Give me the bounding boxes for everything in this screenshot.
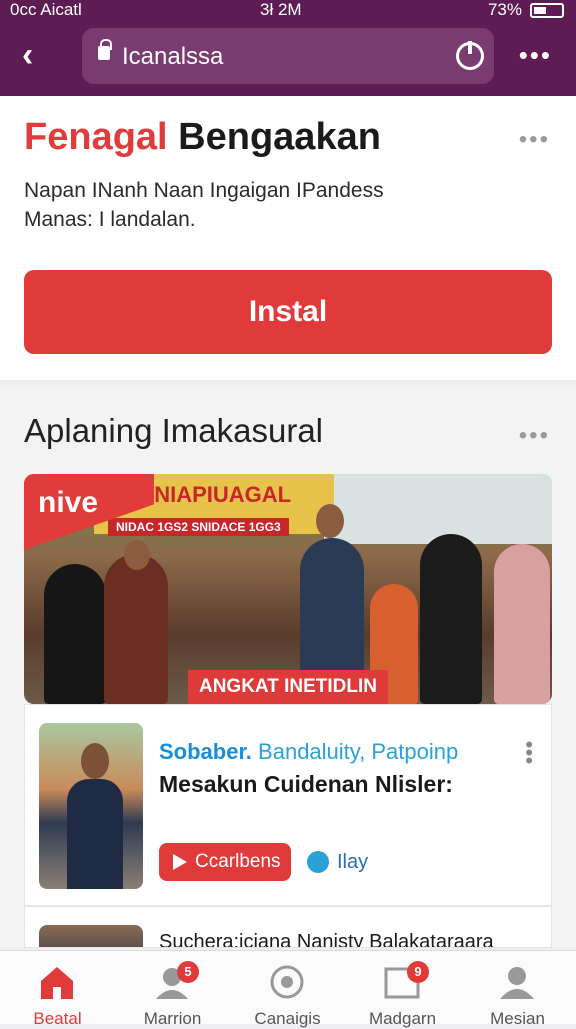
app-title: Fenagal Bengaakan — [24, 116, 381, 159]
battery-percent: 73% — [487, 0, 522, 19]
reload-icon[interactable] — [456, 41, 484, 70]
app-title-brand: Fenagal — [24, 116, 168, 158]
nav-item-account[interactable]: Mesian — [460, 951, 575, 1028]
item-thumbnail — [39, 723, 143, 889]
nav-label: Canaigis — [254, 1009, 321, 1028]
nav-item-profile[interactable]: 5 Marrion — [115, 951, 230, 1028]
bottom-nav: Beatal 5 Marrion Canaigis 9 Madgarn Mesi… — [0, 950, 576, 1028]
list-item[interactable]: Suchera:iciana Nanisty Balakataraara — [24, 906, 552, 948]
install-button[interactable]: Instal — [24, 270, 552, 354]
notification-badge: 5 — [177, 961, 199, 983]
item-thumbnail — [39, 925, 143, 947]
home-icon — [41, 967, 73, 999]
photo-head — [316, 504, 344, 538]
photo-person — [44, 564, 106, 704]
item-headline: Mesakun Cuidenan Nlisler: — [159, 771, 453, 797]
app-description: Napan INanh Naan Ingaigan IPandess Manas… — [24, 179, 384, 231]
photo-head — [124, 540, 150, 570]
item-headline: Suchera:iciana Nanisty Balakataraara — [159, 931, 494, 948]
carrier-label: 0cc Aicatl — [10, 0, 82, 19]
section-options-icon[interactable]: ••• — [519, 422, 550, 450]
nav-label: Mesian — [490, 1009, 545, 1028]
section-title: Aplaning Imakasural — [24, 412, 323, 449]
item-subtitle-b: Bandaluity, Patpoinp — [258, 739, 459, 764]
battery-icon — [530, 2, 564, 18]
item-cta-button[interactable]: Ccarlbens — [159, 843, 291, 881]
notification-badge: 9 — [407, 961, 429, 983]
photo-person — [494, 544, 550, 704]
photo-person — [420, 534, 482, 704]
nav-item-settings[interactable]: Canaigis — [230, 951, 345, 1028]
nav-item-home[interactable]: Beatal — [0, 951, 115, 1028]
item-subtitle: Sobaber. Bandaluity, Patpoinp — [159, 739, 458, 765]
app-card: Fenagal Bengaakan ••• Napan INanh Naan I… — [0, 96, 576, 380]
nav-label: Marrion — [143, 1009, 202, 1028]
nav-label: Beatal — [33, 1009, 82, 1028]
browser-header: 0cc Aicatl 3ł 2M 73% ‹ Icanalssa ••• — [0, 0, 576, 96]
user-icon — [500, 967, 534, 999]
feed-section: Aplaning Imakasural ••• MANIAPIUAGAL NID… — [0, 388, 576, 948]
photo-badge: ANGKAT INETIDLIN — [188, 670, 388, 704]
list-item[interactable]: Sobaber. Bandaluity, Patpoinp • • • Mesaku… — [24, 704, 552, 906]
nav-label: Madgarn — [368, 1009, 437, 1028]
photo-sign-small: NIDAC 1GS2 SNIDACE 1GG3 — [108, 518, 289, 536]
featured-photo[interactable]: MANIAPIUAGAL NIDAC 1GS2 SNIDACE 1GG3 niv… — [24, 474, 552, 704]
lock-icon — [98, 39, 112, 60]
url-text: Icanalssa — [122, 43, 224, 70]
status-icons: 73% — [488, 0, 564, 20]
clock: 3ł 2M — [260, 0, 302, 19]
item-options-icon[interactable]: • • • — [525, 734, 533, 772]
item-secondary-link[interactable]: Ilay — [307, 845, 368, 879]
photo-sky — [324, 474, 552, 544]
card-options-icon[interactable]: ••• — [519, 126, 550, 154]
thumbnail-head — [81, 743, 109, 779]
app-title-name: Bengaakan — [178, 116, 381, 158]
item-subtitle-a: Sobaber. — [159, 739, 252, 764]
address-bar[interactable]: Icanalssa — [82, 28, 494, 84]
back-arrow-icon[interactable]: ‹ — [22, 38, 52, 72]
menu-dots-icon[interactable]: ••• — [519, 40, 552, 71]
photo-person — [104, 554, 168, 704]
status-bar: 0cc Aicatl 3ł 2M 73% — [0, 0, 576, 22]
thumbnail-figure — [67, 779, 123, 889]
settings-gear-icon — [270, 965, 304, 999]
nav-item-messages[interactable]: 9 Madgarn — [345, 951, 460, 1028]
